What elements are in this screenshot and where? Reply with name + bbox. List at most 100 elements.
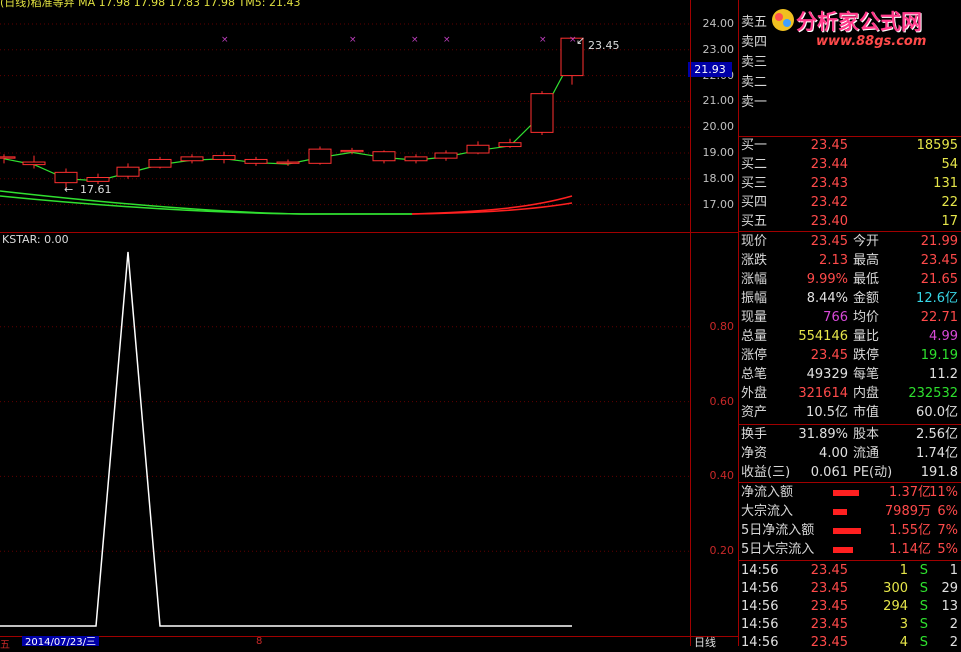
quote-label-2: 每笔 bbox=[853, 367, 880, 382]
price-axis: 24.0023.0022.0021.0020.0019.0018.0017.00 bbox=[690, 0, 738, 232]
quote-label-2: 金额 bbox=[853, 291, 880, 306]
candle-body bbox=[86, 177, 110, 182]
fundamental-value: 4.00 bbox=[819, 446, 848, 461]
tick-time: 14:56 bbox=[741, 635, 779, 650]
tick-price: 23.45 bbox=[810, 581, 848, 596]
candlestick-chart[interactable]: × × × × × × 23.45 17.61 ← ↙ bbox=[0, 0, 690, 232]
low-price-label: 17.61 bbox=[80, 183, 112, 196]
fund-flow-value: 1.14亿 bbox=[889, 542, 931, 557]
date-tag: 2014/07/23/三 bbox=[22, 636, 100, 648]
fund-flow-pct: 6% bbox=[937, 504, 958, 519]
quote-value: 766 bbox=[823, 310, 848, 325]
quote-row: 总笔 49329 每笔 11.2 bbox=[738, 365, 961, 384]
tick-time: 14:56 bbox=[741, 563, 779, 578]
signal-marker: × bbox=[349, 35, 357, 45]
tick-row: 14:56 23.45 3 S 2 bbox=[738, 615, 961, 634]
candle-body bbox=[308, 148, 332, 164]
candle-body bbox=[0, 156, 16, 159]
fund-flow-bar bbox=[833, 509, 847, 515]
quote-label: 涨停 bbox=[741, 348, 768, 363]
indicator-tick: 0.40 bbox=[709, 469, 735, 483]
price-tick: 17.00 bbox=[702, 197, 735, 211]
candle-body bbox=[22, 161, 46, 166]
tick-side: S bbox=[919, 635, 928, 650]
ask-label: 卖五 bbox=[741, 15, 768, 30]
quote-value-2: 22.71 bbox=[920, 310, 958, 325]
quote-label-2: 内盘 bbox=[853, 386, 880, 401]
quote-label: 资产 bbox=[741, 405, 768, 420]
kstar-line bbox=[0, 251, 572, 627]
bid-volume: 131 bbox=[933, 176, 958, 191]
ask-row: 卖三 bbox=[738, 53, 961, 72]
quote-row: 涨幅 9.99% 最低 21.65 bbox=[738, 270, 961, 289]
quote-value: 2.13 bbox=[819, 253, 848, 268]
ask-row: 卖四 bbox=[738, 33, 961, 52]
fund-flow-pct: 7% bbox=[937, 523, 958, 538]
quote-label: 涨幅 bbox=[741, 272, 768, 287]
quote-label: 现价 bbox=[741, 234, 768, 249]
low-arrow: ← bbox=[64, 183, 73, 196]
signal-marker: × bbox=[539, 35, 547, 45]
fund-flow-pct: 5% bbox=[937, 542, 958, 557]
tick-volume: 300 bbox=[883, 581, 908, 596]
quote-label-2: 量比 bbox=[853, 329, 880, 344]
quote-value-2: 12.6亿 bbox=[916, 291, 958, 306]
quote-value: 23.45 bbox=[810, 234, 848, 249]
bottom-mark: 8 bbox=[256, 636, 263, 647]
current-price-tag: 21.93 bbox=[688, 62, 732, 77]
candle-body bbox=[466, 144, 490, 154]
fund-flow-value: 7989万 bbox=[884, 504, 931, 519]
quote-row: 涨跌 2.13 最高 23.45 bbox=[738, 251, 961, 270]
chart-header: (日线)稻准等弃 MA 17.98 17.98 17.83 17.98 TM5:… bbox=[0, 0, 301, 9]
bottom-left-mark: 五 bbox=[0, 640, 10, 651]
candle-body bbox=[54, 171, 78, 184]
fund-flow-label: 净流入额 bbox=[741, 485, 794, 500]
quote-value-2: 21.99 bbox=[920, 234, 958, 249]
bid-label: 买五 bbox=[741, 214, 768, 229]
quote-value: 23.45 bbox=[810, 348, 848, 363]
ask-label: 卖三 bbox=[741, 55, 768, 70]
candle-body bbox=[116, 166, 140, 177]
quote-row: 振幅 8.44% 金额 12.6亿 bbox=[738, 289, 961, 308]
period-button[interactable]: 日线 bbox=[694, 634, 716, 650]
candle-body bbox=[530, 93, 554, 133]
quote-label-2: 市值 bbox=[853, 405, 880, 420]
fundamental-value-2: 1.74亿 bbox=[916, 446, 958, 461]
fundamental-row: 收益(三) 0.061 PE(动) 191.8 bbox=[738, 463, 961, 482]
tick-time: 14:56 bbox=[741, 617, 779, 632]
tick-row: 14:56 23.45 294 S 13 bbox=[738, 597, 961, 616]
fundamental-row: 净资 4.00 流通 1.74亿 bbox=[738, 444, 961, 463]
tick-volume: 294 bbox=[883, 599, 908, 614]
tick-price: 23.45 bbox=[810, 599, 848, 614]
tick-volume: 3 bbox=[899, 617, 908, 632]
quote-label: 振幅 bbox=[741, 291, 768, 306]
price-tick: 24.00 bbox=[702, 17, 735, 30]
bid-price: 23.42 bbox=[810, 195, 848, 210]
bid-row: 买二 23.44 54 bbox=[738, 155, 961, 174]
bid-price: 23.45 bbox=[810, 138, 848, 153]
tick-price: 23.45 bbox=[810, 563, 848, 578]
quote-label: 外盘 bbox=[741, 386, 768, 401]
tick-price: 23.45 bbox=[810, 617, 848, 632]
fund-flow-pct: 11% bbox=[929, 485, 958, 500]
indicator-tick: 0.20 bbox=[709, 544, 735, 558]
tick-count: 13 bbox=[941, 599, 958, 614]
bid-row: 买四 23.42 22 bbox=[738, 193, 961, 212]
kstar-indicator-chart[interactable] bbox=[0, 232, 690, 636]
price-tick: 23.00 bbox=[702, 42, 735, 56]
fund-flow-bar bbox=[833, 490, 859, 496]
signal-marker: × bbox=[221, 35, 229, 45]
fundamental-label-2: 流通 bbox=[853, 446, 880, 461]
ask-label: 卖四 bbox=[741, 35, 768, 50]
tick-row: 14:56 23.45 1 S 1 bbox=[738, 561, 961, 580]
quote-label-2: 最高 bbox=[853, 253, 880, 268]
fund-flow-row: 大宗流入 7989万 6% bbox=[738, 502, 961, 521]
bid-price: 23.40 bbox=[810, 214, 848, 229]
tick-count: 2 bbox=[949, 635, 958, 650]
indicator-title: KSTAR: 0.00 bbox=[2, 233, 69, 246]
quote-label-2: 跌停 bbox=[853, 348, 880, 363]
quote-row: 外盘 321614 内盘 232532 bbox=[738, 384, 961, 403]
bottom-divider bbox=[0, 636, 738, 637]
fundamental-row: 换手 31.89% 股本 2.56亿 bbox=[738, 425, 961, 444]
signal-marker: × bbox=[443, 35, 451, 45]
